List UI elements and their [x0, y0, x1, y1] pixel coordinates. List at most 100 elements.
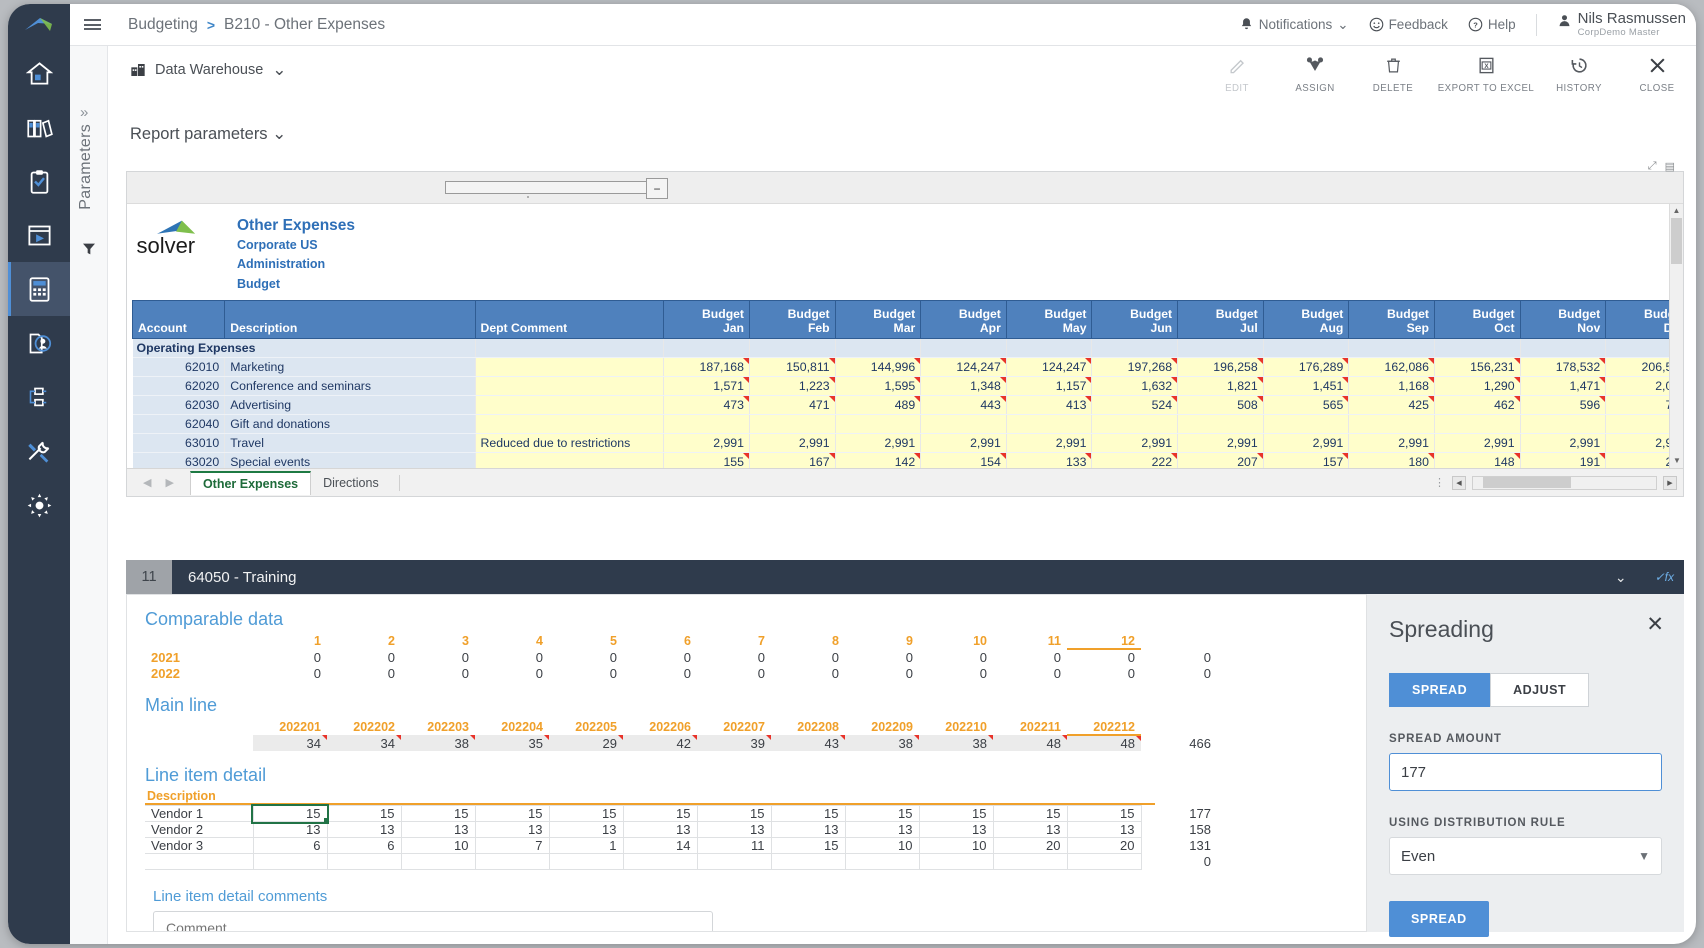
close-icon[interactable]: ✕ — [1646, 614, 1664, 635]
sheet-tab-directions[interactable]: Directions — [311, 472, 391, 494]
scroll-thumb[interactable] — [1671, 218, 1682, 264]
cell-value[interactable]: 2,991 — [921, 434, 1007, 453]
cell-value[interactable]: 6 — [327, 838, 401, 854]
cell-value[interactable]: 157 — [1263, 453, 1349, 469]
cell-value[interactable]: 1,471 — [1520, 377, 1606, 396]
cell-value[interactable] — [749, 415, 835, 434]
cell-value[interactable]: 222 — [1092, 453, 1178, 469]
sidebar-item-workflow[interactable] — [8, 370, 70, 424]
cell-account[interactable]: 63020 — [133, 453, 225, 469]
cell-dept-comment[interactable] — [475, 415, 664, 434]
cell-value[interactable]: 15 — [845, 806, 919, 822]
cell-value[interactable] — [1263, 415, 1349, 434]
cell-value[interactable]: 1,223 — [749, 377, 835, 396]
delete-button[interactable]: DELETE — [1354, 56, 1432, 94]
cell-value[interactable] — [993, 854, 1067, 870]
cell-value[interactable] — [664, 415, 750, 434]
cell-dept-comment[interactable]: Reduced due to restrictions — [475, 434, 664, 453]
feedback-button[interactable]: Feedback — [1369, 17, 1448, 32]
comment-input[interactable] — [153, 911, 713, 932]
cell-value[interactable]: 34 — [253, 735, 327, 751]
cell-value[interactable]: 11 — [697, 838, 771, 854]
cell-value[interactable]: 13 — [623, 822, 697, 838]
cell-value[interactable]: 7 — [475, 838, 549, 854]
cell-value[interactable]: 524 — [1092, 396, 1178, 415]
cell-value[interactable]: 39 — [697, 735, 771, 751]
cell-value[interactable]: 13 — [1067, 822, 1141, 838]
spread-submit-button[interactable]: SPREAD — [1389, 901, 1489, 937]
table-row[interactable]: 62040Gift and donations — [133, 415, 1670, 434]
cell-value[interactable] — [697, 854, 771, 870]
grid-icon[interactable]: ▤ — [1665, 160, 1675, 173]
cell-value[interactable] — [835, 415, 921, 434]
scroll-right-icon[interactable]: ▶ — [1663, 476, 1677, 490]
scroll-up-icon[interactable]: ▲ — [1670, 204, 1683, 218]
collapse-icon[interactable]: − — [646, 178, 668, 199]
scroll-left-icon[interactable]: ◀ — [1452, 476, 1466, 490]
cell-value[interactable]: 1,571 — [664, 377, 750, 396]
cell-value[interactable] — [1520, 415, 1606, 434]
cell-value[interactable]: 2,991 — [1606, 434, 1669, 453]
line-item-row[interactable]: 0 — [145, 854, 1217, 870]
cell-value[interactable]: 13 — [845, 822, 919, 838]
expand-parameters-icon[interactable]: » — [80, 104, 88, 121]
cell-value[interactable] — [919, 854, 993, 870]
export-to-excel-button[interactable]: X EXPORT TO EXCEL — [1432, 56, 1540, 94]
cell-value[interactable]: 2,991 — [1263, 434, 1349, 453]
cell-value[interactable]: 15 — [919, 806, 993, 822]
cell-value[interactable]: 2,991 — [664, 434, 750, 453]
report-horizontal-scrollbar[interactable] — [1472, 476, 1657, 490]
cell-value[interactable]: 196,258 — [1178, 358, 1264, 377]
cell-value[interactable] — [845, 854, 919, 870]
cell-value[interactable]: 15 — [549, 806, 623, 822]
cell-value[interactable] — [1349, 415, 1435, 434]
table-row[interactable]: 62010Marketing187,168150,811144,996124,2… — [133, 358, 1670, 377]
cell-value[interactable]: 38 — [919, 735, 993, 751]
table-row[interactable]: 62030Advertising473471489443413524508565… — [133, 396, 1670, 415]
cell-value[interactable]: 13 — [549, 822, 623, 838]
cell-value[interactable]: 1,632 — [1092, 377, 1178, 396]
cell-value[interactable]: 124,247 — [921, 358, 1007, 377]
cell-value[interactable]: 1,157 — [1006, 377, 1092, 396]
cell-value[interactable]: 197,268 — [1092, 358, 1178, 377]
cell-description[interactable]: Advertising — [225, 396, 475, 415]
cell-value[interactable]: 14 — [623, 838, 697, 854]
edit-button[interactable]: EDIT — [1198, 56, 1276, 94]
sidebar-item-home[interactable] — [8, 46, 70, 100]
cell-value[interactable]: 15 — [697, 806, 771, 822]
prev-sheet-icon[interactable]: ◀ — [143, 476, 151, 489]
cell-dept-comment[interactable] — [475, 377, 664, 396]
tab-spread[interactable]: SPREAD — [1389, 673, 1490, 707]
vendor-name[interactable] — [145, 854, 253, 870]
cell-account[interactable]: 62020 — [133, 377, 225, 396]
cell-value[interactable]: 716 — [1606, 396, 1669, 415]
cell-value[interactable]: 34 — [327, 735, 401, 751]
chevron-down-icon[interactable]: ⌄ — [1615, 569, 1627, 586]
cell-value[interactable]: 38 — [845, 735, 919, 751]
cell-value[interactable]: 20 — [1067, 838, 1141, 854]
cell-value[interactable] — [253, 854, 327, 870]
table-row[interactable]: 62020Conference and seminars1,5711,2231,… — [133, 377, 1670, 396]
cell-value[interactable]: 473 — [664, 396, 750, 415]
table-row[interactable]: 63020Special events155167142154133222207… — [133, 453, 1670, 469]
cell-value[interactable]: 15 — [623, 806, 697, 822]
report-vertical-scrollbar[interactable]: ▲ ▼ — [1669, 204, 1683, 468]
breadcrumb-root[interactable]: Budgeting — [128, 16, 198, 34]
cell-value[interactable] — [1606, 415, 1669, 434]
vendor-name[interactable]: Vendor 3 — [145, 838, 253, 854]
cell-value[interactable]: 1,595 — [835, 377, 921, 396]
cell-value[interactable]: 29 — [549, 735, 623, 751]
report-parameters-toggle[interactable]: Report parameters ⌄ — [130, 124, 286, 144]
user-menu[interactable]: Nils Rasmussen CorpDemo Master — [1557, 11, 1686, 39]
notifications-button[interactable]: Notifications ⌄ — [1239, 17, 1349, 33]
cell-value[interactable]: 2,991 — [1178, 434, 1264, 453]
cell-value[interactable] — [1067, 854, 1141, 870]
cell-value[interactable]: 187,168 — [664, 358, 750, 377]
sheet-tab-other-expenses[interactable]: Other Expenses — [190, 471, 311, 495]
cell-description[interactable]: Marketing — [225, 358, 475, 377]
cell-dept-comment[interactable] — [475, 358, 664, 377]
scroll-down-icon[interactable]: ▼ — [1670, 454, 1684, 468]
cell-value[interactable]: 2,991 — [1434, 434, 1520, 453]
cell-value[interactable]: 162,086 — [1349, 358, 1435, 377]
cell-value[interactable]: 35 — [475, 735, 549, 751]
